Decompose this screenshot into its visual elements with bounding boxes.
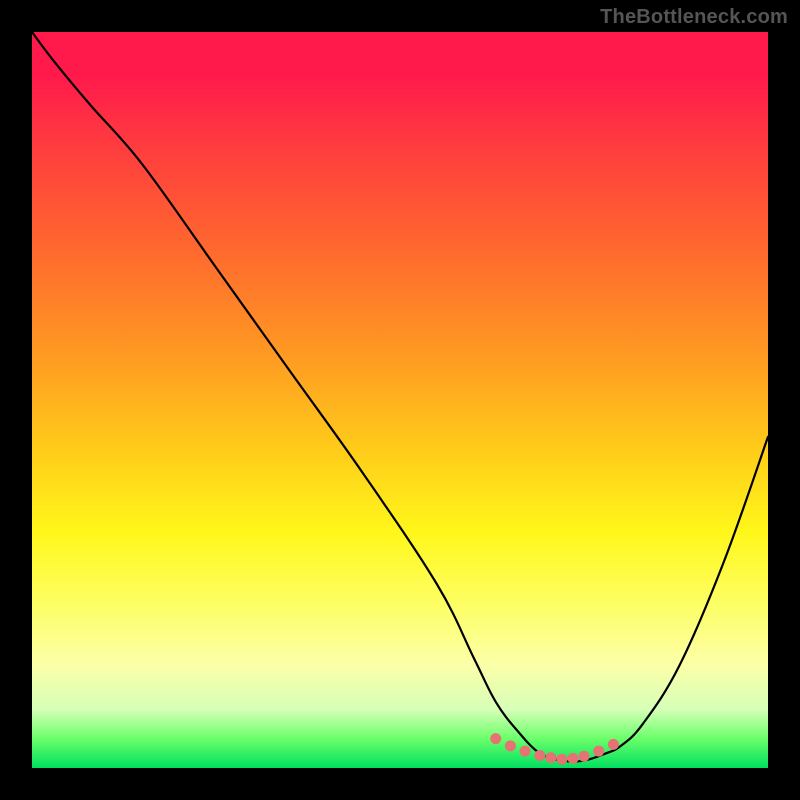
highlight-dot xyxy=(608,739,619,750)
highlight-dot xyxy=(545,752,556,763)
highlight-dots-group xyxy=(490,733,619,765)
watermark-text: TheBottleneck.com xyxy=(600,6,788,29)
highlight-dot xyxy=(593,746,604,757)
plot-area xyxy=(32,32,768,768)
bottleneck-curve-path xyxy=(32,32,768,762)
highlight-dot xyxy=(520,746,531,757)
highlight-dot xyxy=(534,750,545,761)
highlight-dot xyxy=(579,751,590,762)
chart-frame: TheBottleneck.com xyxy=(0,0,800,800)
highlight-dot xyxy=(556,754,567,765)
highlight-dot xyxy=(505,740,516,751)
highlight-dot xyxy=(568,753,579,764)
highlight-dot xyxy=(490,733,501,744)
curve-layer xyxy=(32,32,768,768)
